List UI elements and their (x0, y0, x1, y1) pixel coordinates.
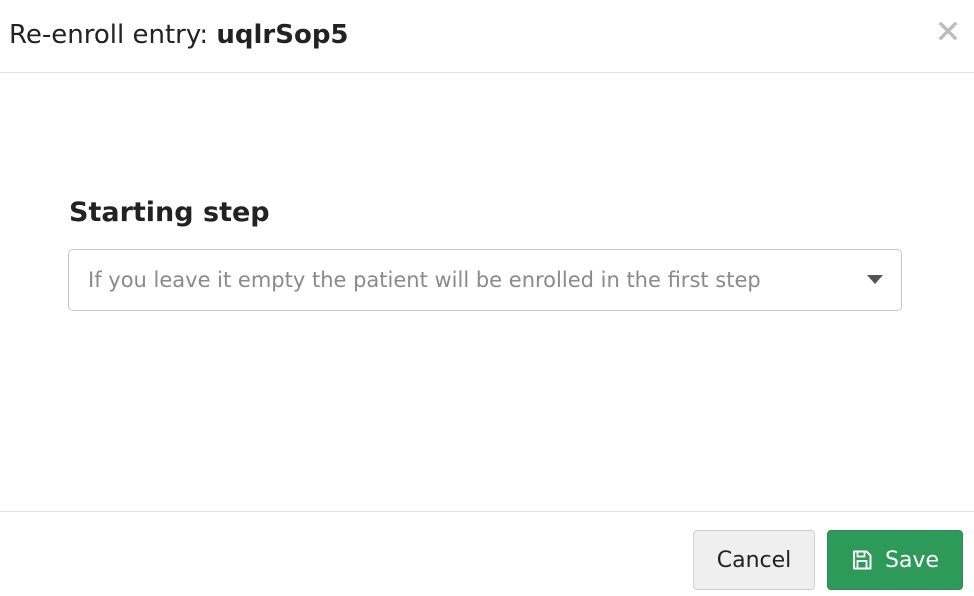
close-icon (938, 21, 958, 44)
dialog-title: Re-enroll entry: uqlrSop5 (9, 18, 349, 52)
cancel-button[interactable]: Cancel (693, 530, 815, 590)
cancel-button-label: Cancel (716, 547, 792, 573)
floppy-disk-icon (851, 549, 873, 571)
re-enroll-dialog: Re-enroll entry: uqlrSop5 Starting step … (0, 0, 974, 596)
entry-id: uqlrSop5 (216, 20, 349, 50)
dialog-body: Starting step If you leave it empty the … (0, 73, 974, 511)
starting-step-select[interactable]: If you leave it empty the patient will b… (68, 249, 902, 311)
dialog-footer: Cancel Save (0, 511, 974, 596)
save-button-label: Save (884, 547, 939, 573)
starting-step-placeholder: If you leave it empty the patient will b… (88, 268, 761, 292)
starting-step-label: Starting step (69, 197, 270, 228)
dialog-header: Re-enroll entry: uqlrSop5 (0, 0, 974, 73)
dialog-title-prefix: Re-enroll entry: (9, 20, 217, 50)
save-button[interactable]: Save (827, 530, 963, 590)
close-button[interactable] (936, 17, 960, 47)
caret-down-icon (867, 275, 883, 284)
